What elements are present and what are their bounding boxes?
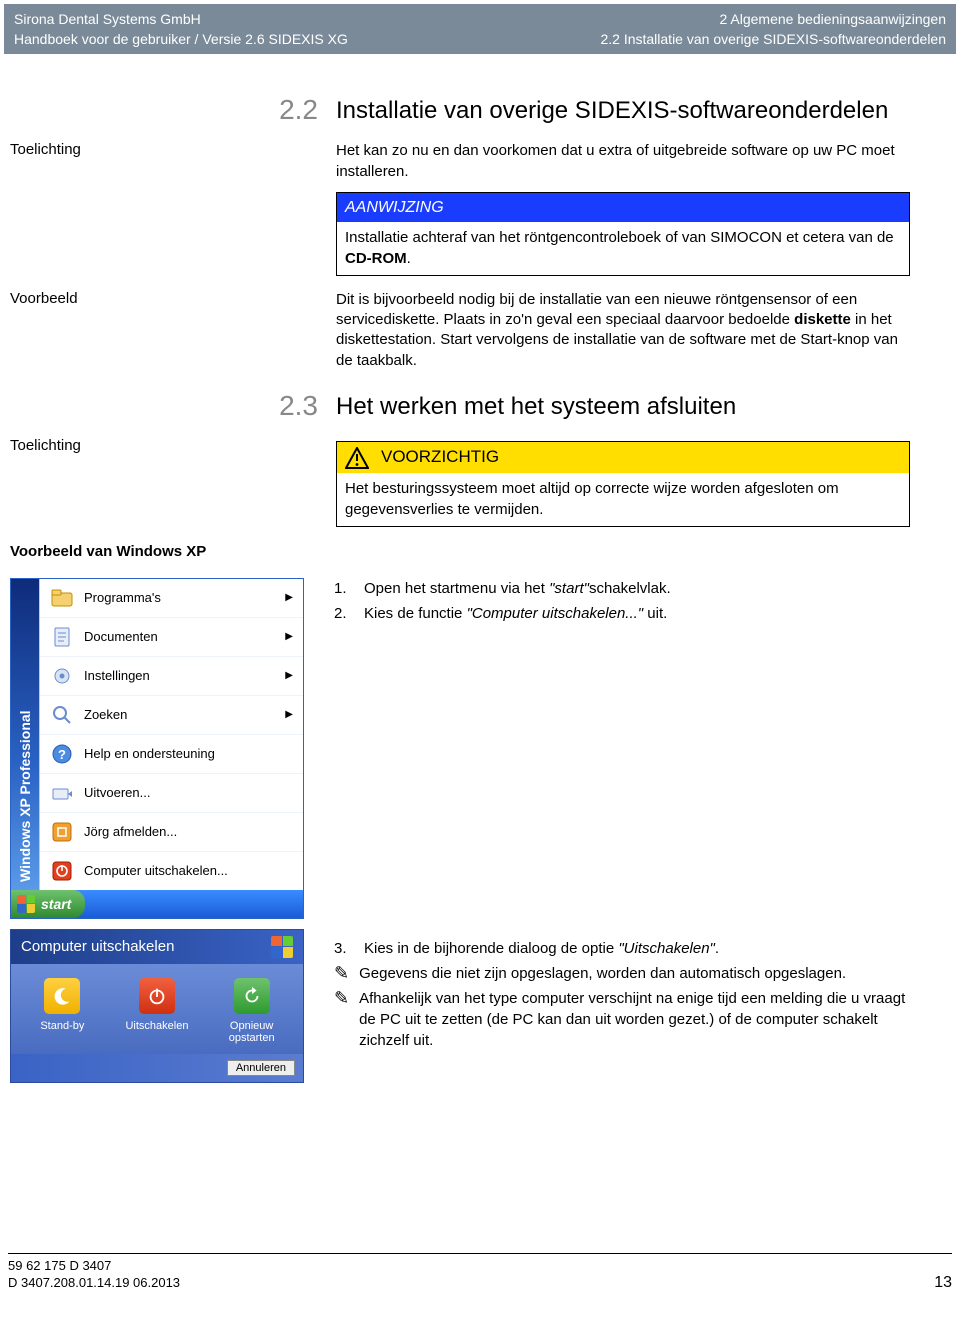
xp-menu-label: Jörg afmelden... [84, 824, 177, 839]
power-icon [139, 978, 175, 1014]
caution-title-bar: VOORZICHTIG [337, 442, 909, 473]
caution-title-text: VOORZICHTIG [381, 446, 499, 469]
section-number-22: 2.2 [268, 95, 328, 139]
xp-menu-label: Instellingen [84, 668, 150, 683]
xp-menu-item[interactable]: Computer uitschakelen... [40, 852, 303, 890]
result-arrow-icon: ✎ [334, 989, 349, 1007]
header-left-1: Sirona Dental Systems GmbH [14, 11, 201, 27]
logoff-icon [50, 820, 74, 844]
shutdown-option-label: Uitschakelen [125, 1020, 188, 1032]
note-title: AANWIJZING [337, 193, 909, 223]
submenu-arrow-icon: ▶ [285, 592, 293, 603]
label-voorbeeld-xp: Voorbeeld van Windows XP [10, 541, 260, 560]
shutdown-option-label: Stand-by [40, 1020, 84, 1032]
standby-icon [44, 978, 80, 1014]
step-number: 2. [334, 603, 356, 624]
xp-menu-label: Zoeken [84, 707, 127, 722]
search-icon [50, 703, 74, 727]
header-right-2: 2.2 Installatie van overige SIDEXIS-soft… [600, 31, 946, 47]
xp-menu-item[interactable]: Programma's ▶ [40, 579, 303, 618]
step-number: 1. [334, 578, 356, 599]
caution-box: VOORZICHTIG Het besturingssysteem moet a… [336, 441, 910, 526]
submenu-arrow-icon: ▶ [285, 670, 293, 681]
windows-flag-icon [271, 936, 293, 958]
section-title-23: Het werken met het systeem afsluiten [336, 391, 910, 423]
xp-start-button[interactable]: start [11, 890, 85, 918]
footer-doc-id-2: D 3407.208.01.14.19 06.2013 [8, 1275, 180, 1292]
shutdown-option-restart[interactable]: Opnieuw opstarten [207, 978, 297, 1044]
xp-menu-item[interactable]: Jörg afmelden... [40, 813, 303, 852]
xp-menu-label: Uitvoeren... [84, 785, 150, 800]
xp-menu-item[interactable]: Instellingen ▶ [40, 657, 303, 696]
windows-flag-icon [17, 895, 35, 913]
header-right-1: 2 Algemene bedieningsaanwijzingen [719, 11, 946, 27]
shutdown-option-turnoff[interactable]: Uitschakelen [112, 978, 202, 1044]
page-number: 13 [934, 1274, 952, 1292]
result-arrow-icon: ✎ [334, 964, 349, 982]
document-icon [50, 625, 74, 649]
label-toelichting-22: Toelichting [10, 139, 260, 276]
step-text: Kies de functie "Computer uitschakelen..… [364, 603, 667, 624]
xp-menu-label: Programma's [84, 590, 161, 605]
svg-text:?: ? [58, 747, 66, 762]
result-text: Afhankelijk van het type computer versch… [359, 988, 910, 1051]
xp-menu-label: Computer uitschakelen... [84, 863, 228, 878]
submenu-arrow-icon: ▶ [285, 709, 293, 720]
page-header: Sirona Dental Systems GmbH 2 Algemene be… [4, 4, 956, 55]
shutdown-option-label: Opnieuw opstarten [207, 1020, 297, 1044]
warning-triangle-icon [345, 447, 369, 469]
note-body: Installatie achteraf van het röntgencont… [337, 222, 909, 275]
footer-doc-id-1: 59 62 175 D 3407 [8, 1258, 180, 1275]
shutdown-title: Computer uitschakelen [21, 938, 174, 955]
xp-menu-item[interactable]: ? Help en ondersteuning [40, 735, 303, 774]
xp-start-menu: Windows XP Professional Programma's ▶ Do… [10, 578, 304, 919]
section-title-22: Installatie van overige SIDEXIS-software… [336, 95, 910, 127]
xp-start-label: start [41, 896, 71, 912]
header-left-2: Handboek voor de gebruiker / Versie 2.6 … [14, 31, 348, 47]
shutdown-dialog: Computer uitschakelen Stand-by Uitschake… [10, 929, 304, 1083]
label-toelichting-23: Toelichting [10, 435, 260, 526]
xp-menu-sidebar-label: Windows XP Professional [11, 579, 39, 890]
cancel-button[interactable]: Annuleren [227, 1060, 295, 1076]
submenu-arrow-icon: ▶ [285, 631, 293, 642]
xp-menu-item[interactable]: Documenten ▶ [40, 618, 303, 657]
step-text: Open het startmenu via het "start"schake… [364, 578, 671, 599]
section-number-23: 2.3 [268, 391, 328, 435]
folder-app-icon [50, 586, 74, 610]
restart-icon [234, 978, 270, 1014]
xp-menu-item[interactable]: Zoeken ▶ [40, 696, 303, 735]
result-text: Gegevens die niet zijn opgeslagen, worde… [359, 963, 846, 984]
caution-body: Het besturingssysteem moet altijd op cor… [337, 473, 909, 526]
xp-menu-label: Help en ondersteuning [84, 746, 215, 761]
xp-taskbar: start [11, 890, 303, 918]
step-text: Kies in de bijhorende dialoog de optie "… [364, 938, 719, 959]
help-icon: ? [50, 742, 74, 766]
run-icon [50, 781, 74, 805]
step-number: 3. [334, 938, 356, 959]
toelichting-text-22: Het kan zo nu en dan voorkomen dat u ext… [336, 141, 910, 182]
settings-icon [50, 664, 74, 688]
label-voorbeeld-22: Voorbeeld [10, 288, 260, 373]
page-footer: 59 62 175 D 3407 D 3407.208.01.14.19 06.… [8, 1253, 952, 1292]
xp-menu-item[interactable]: Uitvoeren... [40, 774, 303, 813]
note-box: AANWIJZING Installatie achteraf van het … [336, 192, 910, 276]
voorbeeld-text-22: Dit is bijvoorbeeld nodig bij de install… [336, 290, 910, 371]
shutdown-option-standby[interactable]: Stand-by [17, 978, 107, 1044]
shutdown-icon [50, 859, 74, 883]
xp-menu-label: Documenten [84, 629, 158, 644]
